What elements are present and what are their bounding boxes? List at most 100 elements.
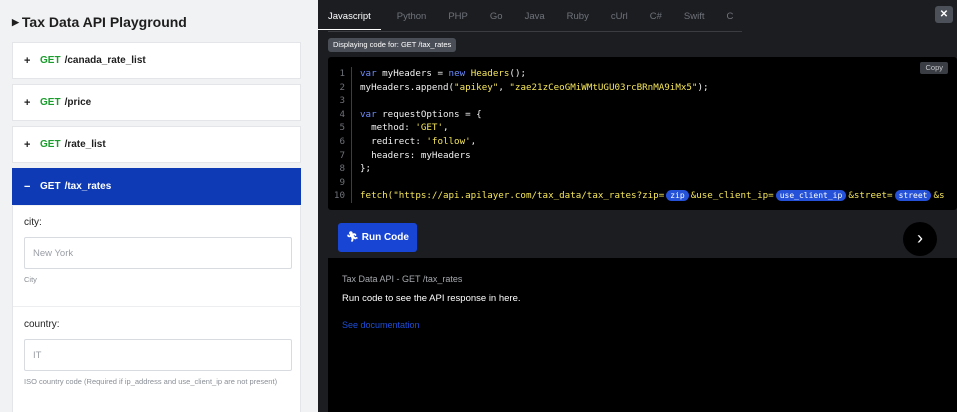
endpoint-path: /price [64, 97, 92, 108]
line-number: 2 [328, 80, 352, 95]
code-line: 6 redirect: 'follow', [328, 134, 945, 149]
response-panel: Tax Data API - GET /tax_rates Run code t… [328, 258, 957, 412]
endpoint-method: GET [40, 97, 61, 108]
tab-php[interactable]: PHP [448, 6, 468, 30]
endpoint-path: /tax_rates [64, 181, 112, 192]
response-title: Tax Data API - GET /tax_rates [342, 274, 463, 284]
param-pill-use-client-ip[interactable]: use_client_ip [775, 190, 847, 202]
code-token: "https://api.apilayer.com/tax_data/tax_r… [393, 190, 665, 202]
tab-curl[interactable]: cUrl [611, 6, 628, 30]
tab-python[interactable]: Python [397, 6, 427, 30]
code-token: &use_client_ip= [690, 190, 774, 202]
expand-icon: + [24, 54, 31, 67]
line-number: 1 [328, 67, 352, 81]
param-divider [13, 306, 302, 307]
param-help-country: ISO country code (Required if ip_address… [24, 377, 278, 386]
collapse-icon: − [24, 180, 31, 193]
expand-icon: + [24, 138, 31, 151]
line-number: 7 [328, 148, 352, 163]
param-help-city: City [24, 275, 37, 284]
line-number: 5 [328, 121, 352, 135]
code-token: 'GET' [415, 122, 443, 134]
line-number: 3 [328, 94, 352, 108]
run-code-label: Run Code [361, 232, 409, 243]
code-line: 7 headers: myHeaders [328, 148, 945, 163]
code-block: Copy 1 var myHeaders = new Headers (); 2 my… [328, 57, 957, 210]
country-input[interactable]: IT [24, 339, 292, 371]
code-token: requestOptions = { [376, 108, 482, 120]
endpoint-method: GET [40, 139, 61, 150]
caret-right-icon: ▶ [12, 17, 19, 27]
tab-go[interactable]: Go [490, 6, 503, 30]
tab-c[interactable]: C [726, 6, 733, 30]
code-token: headers: myHeaders [360, 149, 471, 161]
code-panel: Javascript Python PHP Go Java Ruby cUrl … [318, 0, 957, 412]
tab-swift[interactable]: Swift [684, 6, 705, 30]
displaying-code-badge: Displaying code for: GET /tax_rates [328, 38, 457, 52]
sidebar-title-text: Tax Data API Playground [21, 14, 187, 30]
code-token: "zae21zCeoGMiWMtUGU03rcBRnMA9iMx5" [509, 81, 698, 93]
code-line: 4 var requestOptions = { [328, 107, 945, 122]
run-code-button[interactable]: 🏃︎ Run Code [338, 223, 417, 252]
code-token: , [498, 81, 510, 93]
code-token: Headers [470, 68, 510, 79]
code-line: 10 fetch("https://api.apilayer.com/tax_da… [328, 189, 945, 203]
city-input[interactable]: New York [24, 237, 292, 269]
runner-icon: 🏃︎ [346, 232, 359, 243]
code-token: redirect: [360, 135, 427, 147]
expand-icon: + [24, 96, 31, 109]
sidebar-title[interactable]: ▶ Tax Data API Playground [12, 14, 187, 30]
next-button[interactable]: › [903, 222, 937, 256]
code-token: , [443, 122, 449, 134]
code-line: 5 method: 'GET', [328, 121, 945, 135]
endpoint-rate-list[interactable]: + GET /rate_list [12, 126, 301, 163]
param-pill-zip[interactable]: zip [666, 190, 689, 202]
code-token: }; [360, 163, 372, 175]
code-token: ); [697, 81, 709, 93]
endpoint-price[interactable]: + GET /price [12, 84, 301, 121]
close-icon: ✕ [939, 9, 949, 20]
param-label-city: city: [24, 217, 42, 228]
see-documentation-link[interactable]: See documentation [342, 320, 420, 330]
code-line: 3 [328, 94, 945, 108]
endpoint-path: /rate_list [64, 139, 106, 150]
response-message: Run code to see the API response in here… [342, 293, 521, 304]
param-pill-street[interactable]: street [894, 190, 932, 202]
close-button[interactable]: ✕ [935, 6, 953, 23]
endpoint-params: city: New York City country: IT ISO coun… [12, 206, 302, 412]
country-placeholder: IT [33, 349, 42, 361]
param-label-country: country: [24, 319, 60, 330]
tab-ruby[interactable]: Ruby [567, 6, 589, 30]
code-line: 1 var myHeaders = new Headers (); [328, 67, 945, 81]
chevron-right-icon: › [917, 228, 923, 248]
endpoint-tax-rates[interactable]: − GET /tax_rates [12, 168, 301, 205]
playground-sidebar: ▶ Tax Data API Playground + GET /canada_r… [0, 0, 318, 412]
city-placeholder: New York [33, 247, 74, 259]
endpoint-method: GET [40, 181, 61, 192]
code-line: 2 myHeaders.append("apikey", "zae21zCeoGM… [328, 80, 945, 95]
endpoint-path: /canada_rate_list [64, 55, 146, 66]
code-token: method: [360, 122, 416, 134]
tab-java[interactable]: Java [525, 6, 545, 30]
code-line: 8}; [328, 162, 945, 176]
code-token: var [360, 108, 377, 120]
line-number: 9 [328, 175, 352, 190]
code-token: myHeaders.append( [360, 81, 455, 93]
tab-javascript[interactable]: Javascript [318, 6, 381, 30]
endpoint-canada-rate-list[interactable]: + GET /canada_rate_list [12, 42, 301, 79]
code-line: 9 [328, 175, 945, 190]
code-token: "apikey" [454, 81, 499, 93]
code-token: , [470, 135, 477, 147]
code-token: (); [509, 68, 527, 79]
line-number: 6 [328, 134, 352, 149]
tabs-divider [328, 31, 742, 32]
code-token: 'follow' [426, 135, 471, 147]
language-tabs: Javascript Python PHP Go Java Ruby cUrl … [318, 6, 755, 30]
code-token: var [360, 68, 377, 79]
code-token: fetch( [360, 190, 394, 202]
line-number: 8 [328, 162, 352, 176]
tab-csharp[interactable]: C# [650, 6, 662, 30]
endpoint-method: GET [40, 55, 61, 66]
line-number: 10 [328, 189, 352, 203]
code-token: &s [933, 190, 945, 202]
